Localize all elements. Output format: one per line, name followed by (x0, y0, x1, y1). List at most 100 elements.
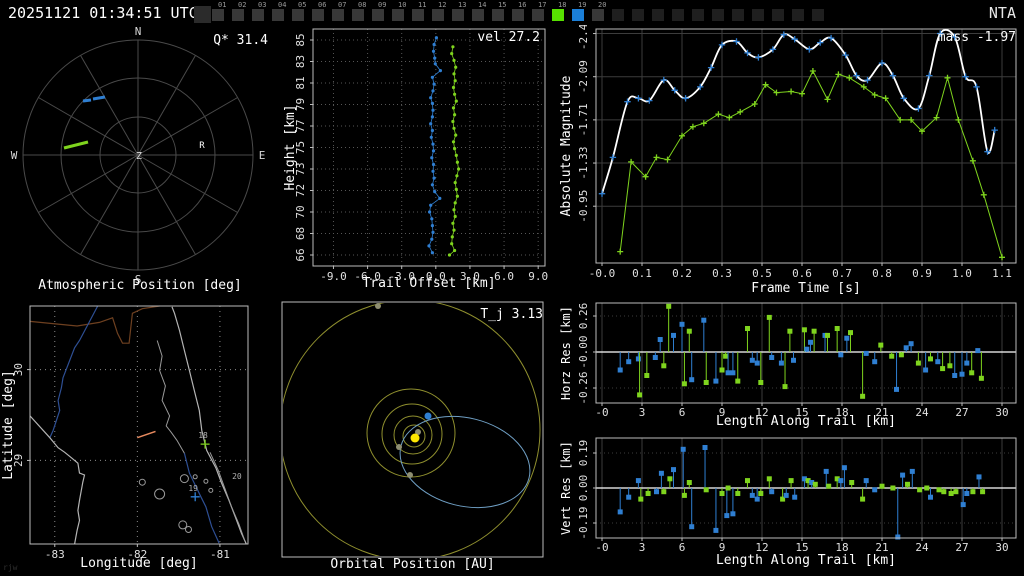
vertical-residuals-panel: -0 3 6 9 12 15 18 21 24 27 30 0.19 0.00 -0.19 Vert Res… (560, 435, 1024, 576)
orbit-plot (281, 301, 544, 558)
orbit-plot-caption: Orbital Position [AU] (330, 557, 495, 572)
svg-text:0.9: 0.9 (912, 267, 932, 280)
frame-indicator[interactable] (312, 9, 324, 21)
frame-indicator[interactable] (452, 9, 464, 21)
frame-indicator[interactable] (412, 9, 424, 21)
frame-number-label: 15 (498, 1, 507, 9)
frame-indicator[interactable] (352, 9, 364, 21)
frame-indicator-strip[interactable]: 01 02 03 04 05 06 07 08 09 10 11 12 13 14 15 16 17 18 19 20 (0, 0, 1024, 25)
svg-text:0.3: 0.3 (712, 267, 732, 280)
frame-indicator-empty[interactable] (732, 9, 744, 21)
orbit-panel: T_j 3.13 Orbital Position [AU] (280, 300, 560, 576)
frame-indicator[interactable] (432, 9, 444, 21)
frame-indicator[interactable] (572, 9, 584, 21)
frame-indicator[interactable] (552, 9, 564, 21)
svg-text:0.5: 0.5 (752, 267, 772, 280)
ground-map-panel: 18 19 20 -83 -82 -81 30 29 Latitude [deg] Longit… (0, 300, 280, 576)
frame-indicator[interactable] (332, 9, 344, 21)
frame-indicator[interactable] (292, 9, 304, 21)
svg-text:Height [km]: Height [km] (283, 104, 298, 190)
trail-offset-axis-label: Trail Offset [km] (362, 276, 496, 291)
frame-number-label: 02 (238, 1, 247, 9)
svg-text:19: 19 (188, 484, 198, 493)
horizontal-residuals-panel: -0 3 6 9 12 15 18 21 24 27 30 0.26 -0.00 -0.26 Horz Re… (560, 300, 1024, 435)
svg-text:-0.0: -0.0 (589, 267, 616, 280)
svg-text:-0.19: -0.19 (577, 506, 590, 539)
watermark-initials: rjw (3, 563, 18, 572)
svg-text:Latitude [deg]: Latitude [deg] (1, 370, 16, 480)
svg-text:-0.00: -0.00 (577, 335, 590, 368)
svg-text:0.19: 0.19 (577, 440, 590, 467)
svg-text:81: 81 (294, 76, 307, 89)
frame-indicator[interactable] (512, 9, 524, 21)
svg-text:0.7: 0.7 (832, 267, 852, 280)
frame-indicator[interactable] (392, 9, 404, 21)
frame-indicator-empty[interactable] (632, 9, 644, 21)
svg-text:-0.95: -0.95 (577, 190, 590, 223)
trail-offset-plot: 8583817977757372706866-9.0 -6.0 -3.0 0.0 3.0… (283, 28, 548, 283)
frame-number-label: 06 (318, 1, 327, 9)
svg-text:-1.33: -1.33 (577, 146, 590, 179)
frame-number-label: 18 (558, 1, 567, 9)
frame-indicator-empty[interactable] (812, 9, 824, 21)
frame-indicator-empty[interactable] (652, 9, 664, 21)
frame-indicator[interactable] (472, 9, 484, 21)
mass-readout: mass -1.97 (937, 30, 1016, 45)
frame-number-label: 09 (378, 1, 387, 9)
frame-number-label: 20 (598, 1, 607, 9)
svg-text:-0.26: -0.26 (577, 371, 590, 404)
frame-number-label: 05 (298, 1, 307, 9)
sky-plot-caption: Atmospheric Position [deg] (38, 278, 242, 293)
frame-indicator[interactable] (232, 9, 244, 21)
svg-text:E: E (259, 149, 266, 162)
velocity-readout: vel 27.2 (477, 30, 540, 45)
frame-indicator[interactable] (212, 9, 224, 21)
svg-text:0.2: 0.2 (672, 267, 692, 280)
frame-indicator-empty[interactable] (672, 9, 684, 21)
svg-text:Z: Z (136, 151, 142, 162)
frame-number-label: 14 (478, 1, 487, 9)
frame-indicator[interactable] (272, 9, 284, 21)
frame-time-axis-label: Frame Time [s] (751, 281, 861, 296)
top-status-bar: 20251121 01:34:51 UTC 01 02 03 04 05 06 07 08 09… (0, 0, 1024, 25)
longitude-axis-label: Longitude [deg] (80, 556, 198, 571)
frame-number-label: 08 (358, 1, 367, 9)
svg-text:-2.09: -2.09 (577, 60, 590, 93)
frame-number-label: 07 (338, 1, 347, 9)
svg-text:Horz Res [km]: Horz Res [km] (560, 306, 573, 400)
svg-text:68: 68 (294, 227, 307, 240)
frame-indicator-empty[interactable] (792, 9, 804, 21)
svg-text:83: 83 (294, 55, 307, 68)
svg-text:20: 20 (232, 472, 242, 481)
svg-text:0.26: 0.26 (577, 303, 590, 330)
frame-indicator[interactable] (372, 9, 384, 21)
svg-text:Absolute Magnitude: Absolute Magnitude (560, 75, 574, 216)
frame-indicator-empty[interactable] (772, 9, 784, 21)
svg-text:66: 66 (294, 248, 307, 261)
frame-indicator-empty[interactable] (692, 9, 704, 21)
frame-number-label: 13 (458, 1, 467, 9)
frame-indicator-empty[interactable] (752, 9, 764, 21)
trail-length-axis-label-vert: Length Along Trail [km] (715, 553, 896, 568)
q-value-readout: Q* 31.4 (213, 33, 268, 48)
svg-text:85: 85 (294, 33, 307, 46)
sky-position-plot: NSW EZR (11, 25, 266, 286)
frame-indicator-empty[interactable] (712, 9, 724, 21)
svg-text:70: 70 (294, 205, 307, 218)
trail-offset-panel: 85 83 81 79 77 75 73 72 70 68 66 -9.0 -6.0 -3.0 0.0 3.0… (280, 25, 560, 300)
frame-indicator[interactable] (592, 9, 604, 21)
frame-indicator[interactable] (252, 9, 264, 21)
svg-text:Vert Res [km]: Vert Res [km] (560, 441, 573, 535)
svg-text:0.00: 0.00 (577, 475, 590, 502)
svg-text:R: R (199, 141, 205, 151)
frame-indicator-current[interactable] (194, 6, 211, 23)
svg-text:0.1: 0.1 (632, 267, 652, 280)
trail-length-axis-label-horz: Length Along Trail [km] (715, 414, 896, 429)
svg-text:N: N (135, 25, 142, 38)
frame-indicator[interactable] (492, 9, 504, 21)
frame-indicator[interactable] (532, 9, 544, 21)
frame-number-label: 12 (438, 1, 447, 9)
svg-text:0.8: 0.8 (872, 267, 892, 280)
frame-indicator-empty[interactable] (612, 9, 624, 21)
lightcurve-panel: -0.0 0.1 0.2 0.3 0.5 0.6 0.7 0.8 0.9 1.0 1.1 -2.47 -… (560, 25, 1024, 300)
